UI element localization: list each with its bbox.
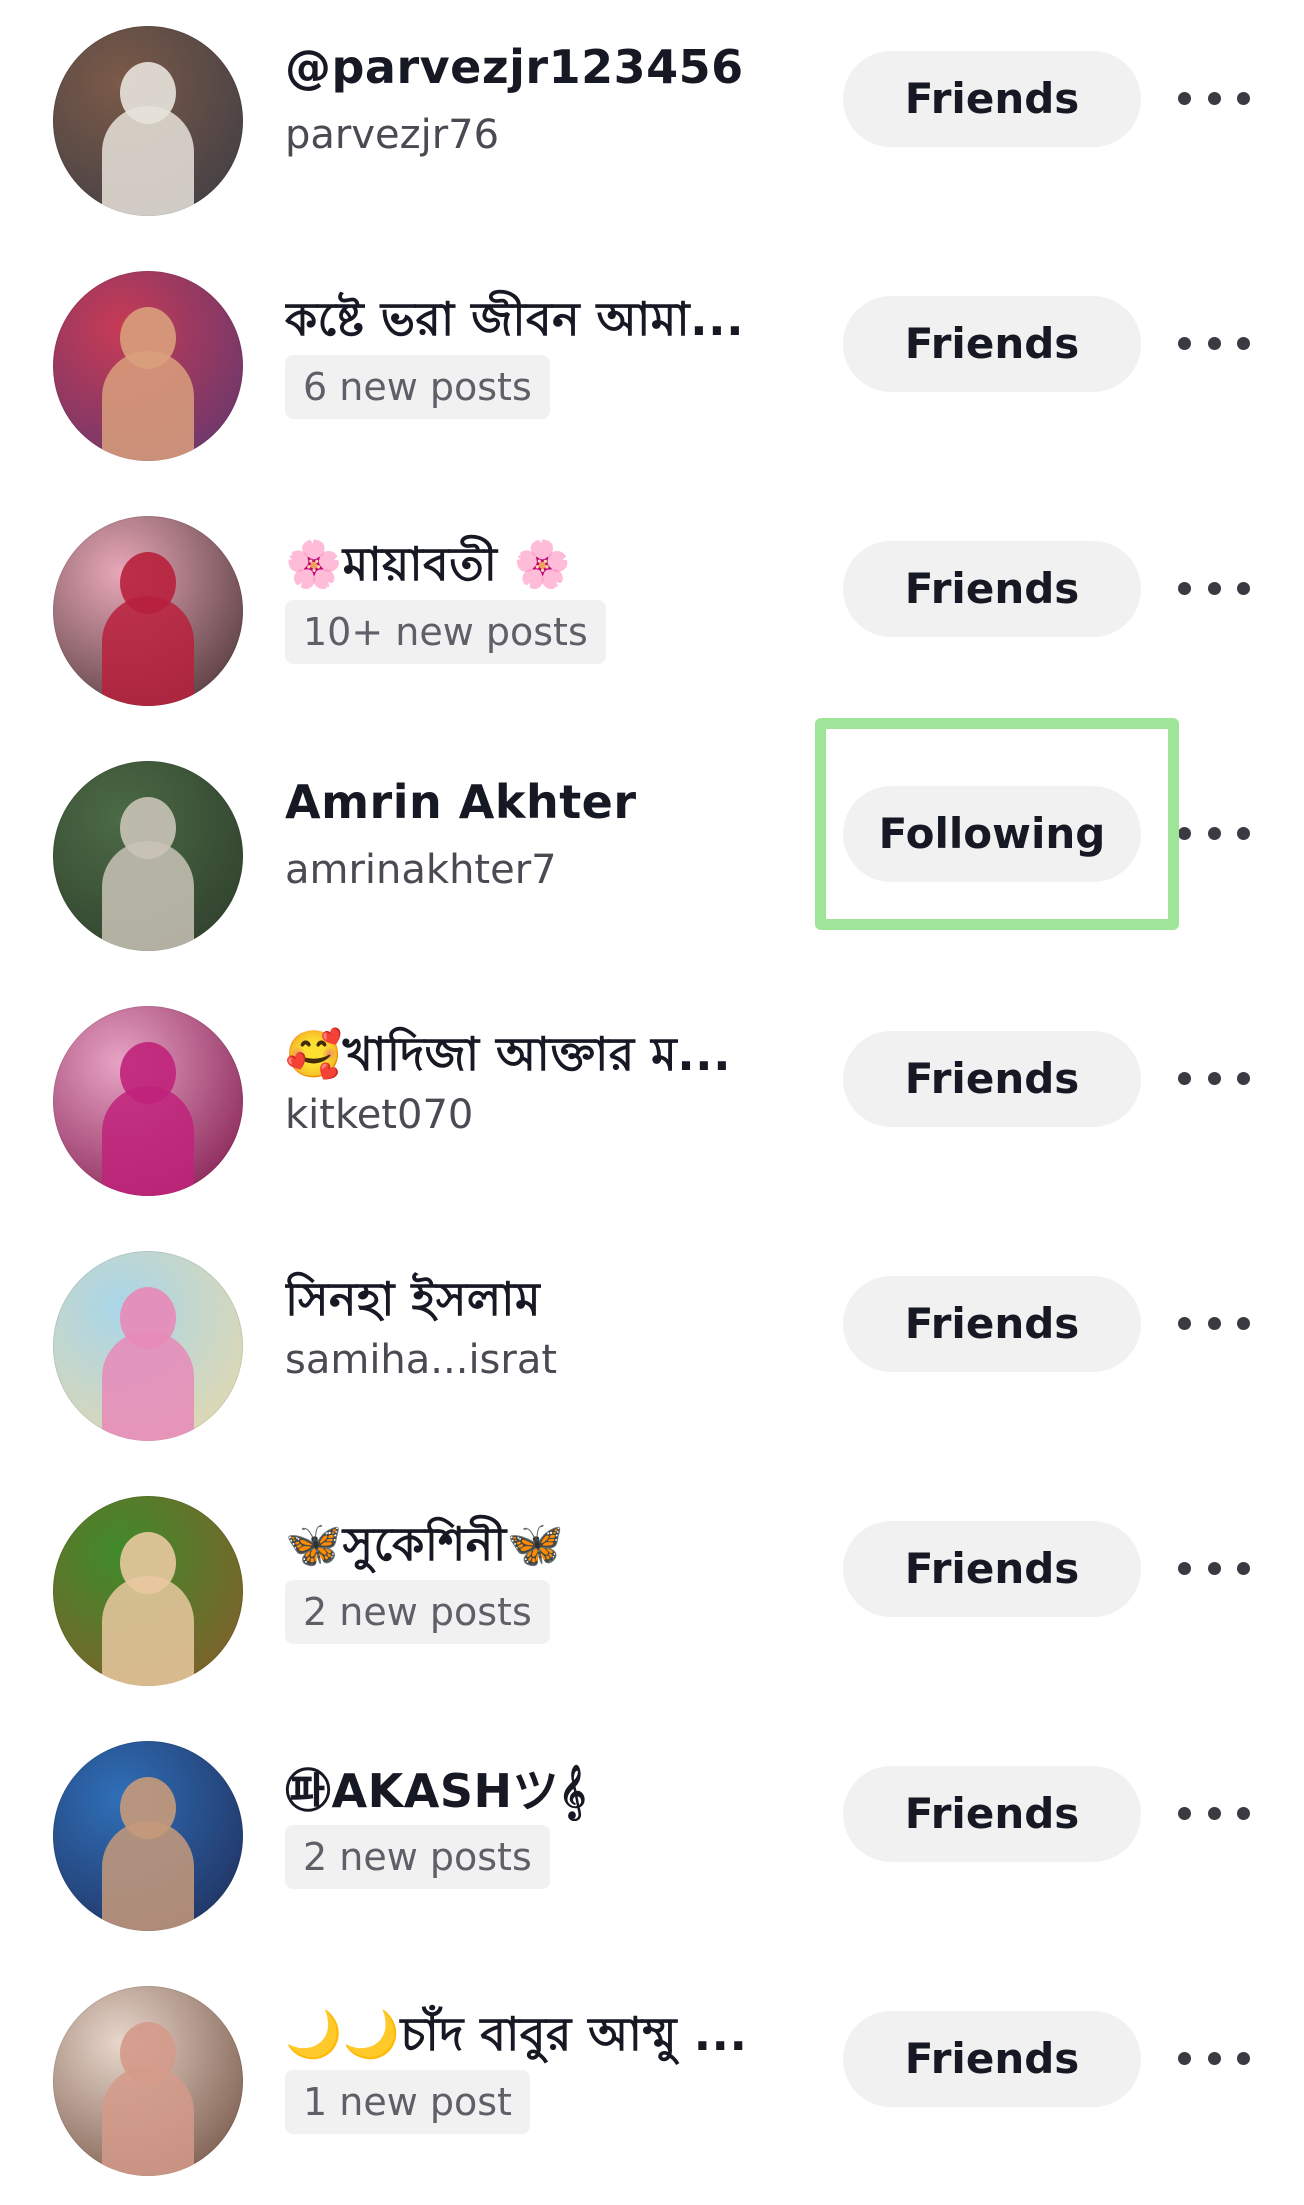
friends-button[interactable]: Friends xyxy=(843,51,1141,147)
user-info[interactable]: ㉺AKASHツ𝄞 2 new posts xyxy=(285,1715,805,1960)
display-name: সিনহা ইসলাম xyxy=(285,1272,541,1326)
avatar[interactable] xyxy=(53,1496,243,1686)
more-horizontal-icon[interactable] xyxy=(1178,1795,1250,1831)
friends-button[interactable]: Friends xyxy=(843,1031,1141,1127)
avatar[interactable] xyxy=(53,516,243,706)
user-info[interactable]: 🌸মায়াবতী 🌸 10+ new posts xyxy=(285,490,805,735)
avatar[interactable] xyxy=(53,271,243,461)
display-name: 🦋সুকেশিনী🦋 xyxy=(285,1517,565,1571)
user-row[interactable]: 🌙🌙চাঁদ বাবুর আম্মু ... 1 new post Friends xyxy=(0,1960,1304,2205)
new-posts-badge: 2 new posts xyxy=(285,1825,550,1889)
avatar-head xyxy=(120,307,176,369)
avatar[interactable] xyxy=(53,26,243,216)
friends-button[interactable]: Friends xyxy=(843,1521,1141,1617)
more-dot xyxy=(1237,2051,1250,2065)
more-horizontal-icon[interactable] xyxy=(1178,570,1250,606)
more-dot xyxy=(1178,826,1191,840)
user-row[interactable]: 🥰খাদিজা আক্তার ম... kitket070 Friends xyxy=(0,980,1304,1225)
more-dot xyxy=(1207,581,1221,595)
user-info[interactable]: কষ্টে ভরা জীবন আমা... 6 new posts xyxy=(285,245,805,490)
avatar[interactable] xyxy=(53,1006,243,1196)
friends-button[interactable]: Friends xyxy=(843,541,1141,637)
more-dot xyxy=(1237,1806,1250,1820)
user-info[interactable]: Amrin Akhter amrinakhter7 xyxy=(285,735,805,980)
user-row[interactable]: সিনহা ইসলাম samiha...israt Friends xyxy=(0,1225,1304,1470)
more-dot xyxy=(1207,1071,1221,1085)
more-horizontal-icon[interactable] xyxy=(1178,2040,1250,2076)
avatar[interactable] xyxy=(53,1741,243,1931)
more-horizontal-icon[interactable] xyxy=(1178,325,1250,361)
friends-button[interactable]: Friends xyxy=(843,296,1141,392)
display-name: Amrin Akhter xyxy=(285,775,637,829)
avatar-head xyxy=(120,1777,176,1839)
highlight-box xyxy=(815,718,1179,930)
username: samiha...israt xyxy=(285,1337,558,1383)
display-name: ㉺AKASHツ𝄞 xyxy=(285,1764,587,1818)
avatar-head xyxy=(120,62,176,124)
more-dot xyxy=(1237,91,1250,105)
more-dot xyxy=(1178,1806,1191,1820)
more-horizontal-icon[interactable] xyxy=(1178,1305,1250,1341)
more-dot xyxy=(1178,581,1191,595)
avatar[interactable] xyxy=(53,1251,243,1441)
more-dot xyxy=(1178,1561,1191,1575)
friends-button[interactable]: Friends xyxy=(843,1766,1141,1862)
new-posts-badge: 2 new posts xyxy=(285,1580,550,1644)
more-dot xyxy=(1178,336,1191,350)
more-dot xyxy=(1207,826,1221,840)
avatar-head xyxy=(120,552,176,614)
more-horizontal-icon[interactable] xyxy=(1178,1550,1250,1586)
more-dot xyxy=(1237,826,1250,840)
user-row[interactable]: 🌸মায়াবতী 🌸 10+ new posts Friends xyxy=(0,490,1304,735)
user-info[interactable]: সিনহা ইসলাম samiha...israt xyxy=(285,1225,805,1470)
user-info[interactable]: 🌙🌙চাঁদ বাবুর আম্মু ... 1 new post xyxy=(285,1960,805,2205)
display-name: কষ্টে ভরা জীবন আমা... xyxy=(285,292,745,346)
more-dot xyxy=(1178,91,1191,105)
more-dot xyxy=(1237,336,1250,350)
new-posts-badge: 10+ new posts xyxy=(285,600,606,664)
username: amrinakhter7 xyxy=(285,847,557,893)
display-name: 🌸মায়াবতী 🌸 xyxy=(285,537,572,591)
more-dot xyxy=(1207,1806,1221,1820)
user-row[interactable]: ㉺AKASHツ𝄞 2 new posts Friends xyxy=(0,1715,1304,1960)
user-row[interactable]: 🦋সুকেশিনী🦋 2 new posts Friends xyxy=(0,1470,1304,1715)
more-dot xyxy=(1237,581,1250,595)
avatar-head xyxy=(120,1287,176,1349)
user-row[interactable]: কষ্টে ভরা জীবন আমা... 6 new posts Friends xyxy=(0,245,1304,490)
more-dot xyxy=(1178,1316,1191,1330)
more-dot xyxy=(1207,1561,1221,1575)
avatar-head xyxy=(120,1532,176,1594)
more-dot xyxy=(1237,1316,1250,1330)
more-dot xyxy=(1207,91,1221,105)
more-horizontal-icon[interactable] xyxy=(1178,815,1250,851)
more-dot xyxy=(1178,1071,1191,1085)
user-info[interactable]: @parvezjr123456 parvezjr76 xyxy=(285,0,805,245)
more-horizontal-icon[interactable] xyxy=(1178,1060,1250,1096)
more-dot xyxy=(1237,1561,1250,1575)
more-dot xyxy=(1237,1071,1250,1085)
more-dot xyxy=(1207,2051,1221,2065)
user-row[interactable]: @parvezjr123456 parvezjr76 Friends xyxy=(0,0,1304,245)
avatar[interactable] xyxy=(53,761,243,951)
avatar-head xyxy=(120,1042,176,1104)
user-info[interactable]: 🥰খাদিজা আক্তার ম... kitket070 xyxy=(285,980,805,1225)
avatar-head xyxy=(120,2022,176,2084)
username: kitket070 xyxy=(285,1092,474,1138)
more-horizontal-icon[interactable] xyxy=(1178,80,1250,116)
display-name: 🌙🌙চাঁদ বাবুর আম্মু ... xyxy=(285,2007,748,2061)
more-dot xyxy=(1178,2051,1191,2065)
more-dot xyxy=(1207,1316,1221,1330)
following-list: @parvezjr123456 parvezjr76 Friends কষ্টে ভর… xyxy=(0,0,1304,2176)
avatar-head xyxy=(120,797,176,859)
more-dot xyxy=(1207,336,1221,350)
avatar[interactable] xyxy=(53,1986,243,2176)
new-posts-badge: 6 new posts xyxy=(285,355,550,419)
new-posts-badge: 1 new post xyxy=(285,2070,530,2134)
user-info[interactable]: 🦋সুকেশিনী🦋 2 new posts xyxy=(285,1470,805,1715)
friends-button[interactable]: Friends xyxy=(843,1276,1141,1372)
username: parvezjr76 xyxy=(285,112,500,158)
friends-button[interactable]: Friends xyxy=(843,2011,1141,2107)
display-name: 🥰খাদিজা আক্তার ম... xyxy=(285,1027,732,1081)
display-name: @parvezjr123456 xyxy=(285,40,744,94)
